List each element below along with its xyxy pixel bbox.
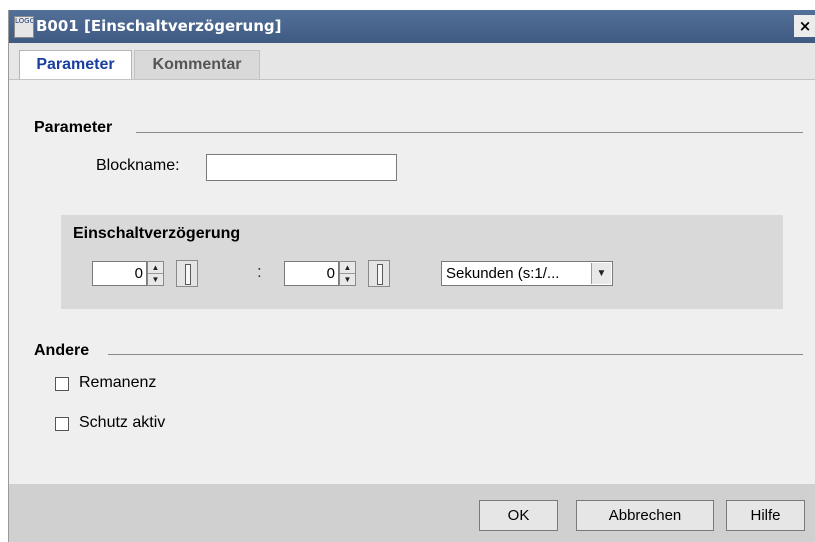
- remanenz-checkbox[interactable]: [55, 377, 69, 391]
- spin-down-icon[interactable]: ▼: [340, 274, 355, 285]
- section-divider: [136, 132, 803, 133]
- help-button[interactable]: Hilfe: [726, 500, 805, 531]
- slider-icon: [185, 264, 191, 285]
- spin-down-icon[interactable]: ▼: [148, 274, 163, 285]
- delay-group: Einschaltverzögerung: [61, 215, 783, 309]
- button-bar: OK Abbrechen Hilfe: [9, 484, 815, 542]
- delay-value-1-parameter-button[interactable]: [176, 260, 198, 287]
- slider-icon: [377, 264, 383, 285]
- delay-group-title: Einschaltverzögerung: [73, 225, 241, 242]
- tab-content: Parameter Blockname: Einschaltverzögerun…: [9, 80, 815, 484]
- spin-up-icon[interactable]: ▲: [340, 262, 355, 274]
- time-unit-value: Sekunden (s:1/...: [446, 265, 560, 282]
- tab-parameter[interactable]: Parameter: [19, 50, 132, 79]
- schutz-aktiv-checkbox[interactable]: [55, 417, 69, 431]
- time-unit-select[interactable]: Sekunden (s:1/... ▼: [441, 261, 613, 286]
- section-divider: [108, 354, 803, 355]
- tab-bar: Parameter Kommentar: [9, 43, 815, 80]
- cancel-button[interactable]: Abbrechen: [576, 500, 714, 531]
- delay-value-2-parameter-button[interactable]: [368, 260, 390, 287]
- window-title: B001 [Einschaltverzögerung]: [36, 17, 282, 35]
- schutz-aktiv-label: Schutz aktiv: [79, 414, 166, 431]
- time-separator: :: [257, 262, 262, 281]
- remanenz-label: Remanenz: [79, 374, 157, 391]
- tab-kommentar[interactable]: Kommentar: [134, 50, 260, 79]
- delay-value-1-field[interactable]: 0: [92, 261, 147, 286]
- delay-value-2-field[interactable]: 0: [284, 261, 339, 286]
- delay-value-1-spinner[interactable]: ▲ ▼: [147, 261, 164, 286]
- blockname-input[interactable]: [206, 154, 397, 181]
- delay-value-2-spinner[interactable]: ▲ ▼: [339, 261, 356, 286]
- close-button[interactable]: ×: [794, 15, 815, 37]
- ok-button[interactable]: OK: [479, 500, 558, 531]
- dialog-window: LOGO! B001 [Einschaltverzögerung] × Para…: [8, 10, 815, 542]
- parameter-section-title: Parameter: [34, 119, 113, 136]
- logo-app-icon: LOGO!: [14, 16, 34, 38]
- other-section-title: Andere: [34, 342, 90, 359]
- chevron-down-icon[interactable]: ▼: [591, 263, 611, 284]
- spin-up-icon[interactable]: ▲: [148, 262, 163, 274]
- blockname-label: Blockname:: [96, 157, 180, 174]
- title-bar[interactable]: LOGO! B001 [Einschaltverzögerung] ×: [9, 10, 815, 43]
